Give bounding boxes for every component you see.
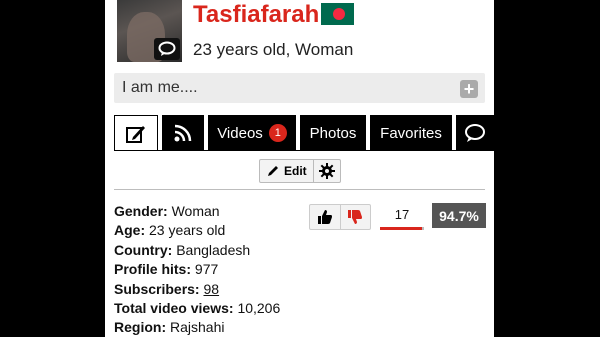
thumbs-up-button[interactable] (310, 205, 341, 229)
chat-icon (465, 124, 485, 142)
tab-favorites[interactable]: Favorites (370, 115, 452, 151)
avatar[interactable] (117, 0, 182, 62)
tab-photos[interactable]: Photos (300, 115, 366, 151)
subscribers-link[interactable]: 98 (203, 281, 219, 297)
profile-tabs: Videos 1 Photos Favorites (114, 115, 494, 151)
vote-buttons (309, 204, 371, 230)
vote-count: 17 (394, 207, 410, 222)
section-divider (114, 189, 485, 190)
info-country: Country: Bangladesh (114, 241, 251, 258)
info-subscribers: Subscribers: 98 (114, 280, 220, 297)
info-region: Region: Rajshahi (114, 319, 225, 336)
profile-info: Gender: Woman Age: 23 years old Country:… (114, 202, 280, 337)
rating-bar-fill (380, 227, 422, 230)
thumbs-down-button[interactable] (341, 205, 371, 229)
tab-chat[interactable] (456, 115, 494, 151)
rating-percent: 94.7% (432, 203, 486, 228)
info-gender: Gender: Woman (114, 203, 220, 219)
about-text: I am me.... (122, 79, 198, 96)
rss-icon (174, 124, 192, 142)
chat-icon[interactable] (154, 38, 180, 60)
info-age: Age: 23 years old (114, 222, 226, 239)
edit-button[interactable]: Edit (260, 160, 314, 182)
bangladesh-flag-icon (321, 3, 354, 25)
tab-photos-label: Photos (309, 124, 357, 142)
tab-videos-label: Videos (217, 124, 263, 142)
info-total-views: Total video views: 10,206 (114, 300, 281, 317)
edit-label: Edit (284, 164, 307, 178)
settings-button[interactable] (314, 160, 340, 182)
thumbs-down-icon (348, 210, 363, 224)
profile-name: Tasfiafarah (193, 1, 320, 28)
profile-panel: Tasfiafarah 23 years old, Woman I am me.… (105, 0, 494, 337)
edit-icon (126, 125, 145, 143)
tab-edit[interactable] (114, 115, 158, 151)
about-bar[interactable]: I am me.... + (114, 73, 485, 103)
plus-icon[interactable]: + (460, 80, 478, 98)
videos-count-badge: 1 (268, 124, 287, 142)
edit-toolbar: Edit (259, 159, 341, 183)
tab-rss[interactable] (162, 115, 204, 151)
info-profile-hits: Profile hits: 977 (114, 261, 219, 278)
tab-divider (114, 150, 485, 151)
thumbs-up-icon (317, 210, 332, 224)
tab-videos[interactable]: Videos 1 (208, 115, 296, 151)
tab-favorites-label: Favorites (380, 124, 442, 142)
profile-subtitle: 23 years old, Woman (193, 40, 354, 59)
gear-icon (318, 163, 335, 179)
pencil-icon (268, 166, 278, 176)
rating-bar (380, 227, 424, 230)
